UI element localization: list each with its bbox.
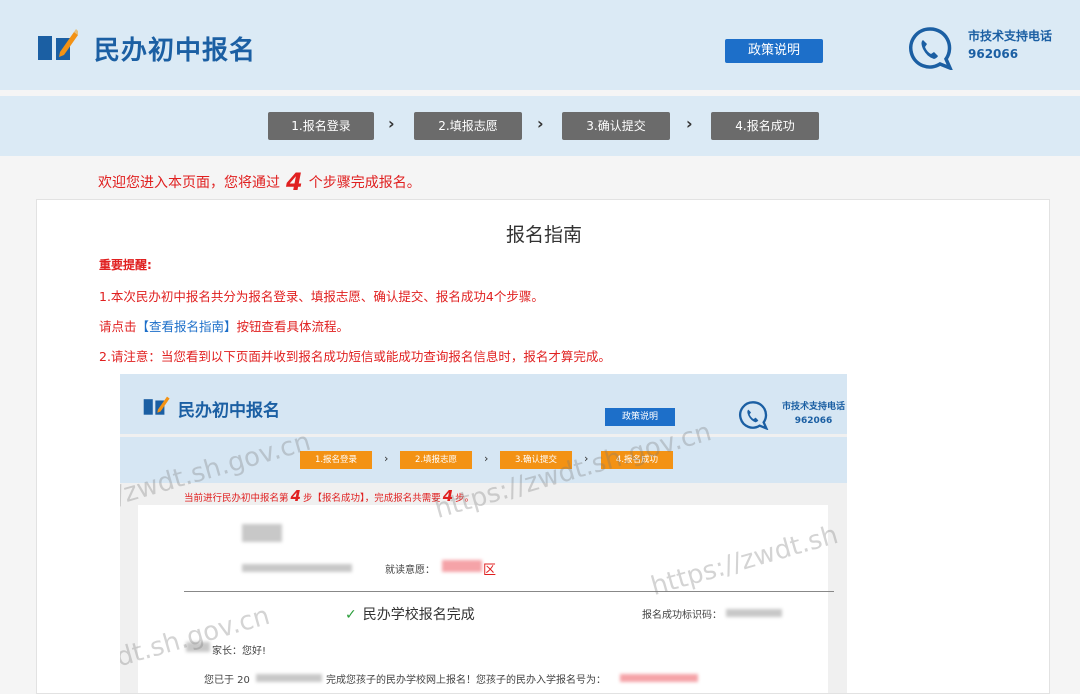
example-site-title: 民办初中报名: [178, 401, 280, 421]
example-current-total: 4: [442, 487, 454, 505]
step-4-success: 4.报名成功: [711, 112, 819, 140]
registration-guide-panel: 报名指南 重要提醒: 1.本次民办初中报名共分为报名登录、填报志愿、确认提交、报…: [36, 199, 1050, 694]
guide-title: 报名指南: [505, 224, 582, 246]
example-message-prefix: 您已于 20: [204, 675, 250, 686]
policy-button[interactable]: 政策说明: [725, 39, 823, 63]
example-choice-label: 就读意愿：: [385, 565, 435, 576]
example-current-suffix: 步。: [455, 493, 475, 504]
welcome-suffix: 个步骤完成报名。: [308, 175, 421, 191]
example-policy-button: 政策说明: [605, 408, 675, 426]
pencil-book-logo-icon: [143, 396, 170, 415]
welcome-prefix: 欢迎您进入本页面，您将通过: [98, 175, 280, 191]
chevron-right-icon: ›: [537, 114, 544, 133]
site-header: 民办初中报名 政策说明 市技术支持电话 962066: [0, 0, 1080, 90]
step-count: 4: [286, 168, 303, 196]
blurred-parent-name: [186, 642, 210, 652]
example-header: 民办初中报名 政策说明 市技术支持电话 962066: [120, 374, 847, 434]
step-progress-bar: 1.报名登录 › 2.填报志愿 › 3.确认提交 › 4.报名成功: [0, 96, 1080, 156]
pencil-book-logo-icon: [38, 29, 78, 60]
chevron-right-icon: ›: [484, 452, 489, 465]
chevron-right-icon: ›: [384, 452, 389, 465]
blurred-student-name: [242, 564, 352, 572]
guide-line-3: 2.请注意：当您看到以下页面并收到报名成功短信或能成功查询报名信息时，报名才算完…: [99, 349, 611, 364]
example-message-body: 完成您孩子的民办学校网上报名！您孩子的民办入学报名号为：: [326, 675, 606, 686]
support-phone-number: 962066: [968, 47, 1019, 61]
example-step-bar: 1.报名登录 › 2.填报志愿 › 3.确认提交 › 4.报名成功: [120, 437, 847, 483]
example-id-label: 报名成功标识码：: [642, 610, 722, 621]
example-step-1: 1.报名登录: [300, 451, 372, 469]
example-support-number: 962066: [794, 416, 833, 426]
example-divider: [184, 591, 834, 592]
example-choice-value: 区: [483, 563, 497, 578]
example-current-middle: 步【报名成功】，完成报名共需要: [302, 493, 441, 504]
chevron-right-icon: ›: [584, 452, 589, 465]
welcome-message: 欢迎您进入本页面，您将通过 4 个步骤完成报名。: [98, 168, 421, 196]
example-current-step: 4: [290, 487, 301, 505]
step-2-preferences: 2.填报志愿: [414, 112, 522, 140]
example-support-phone: 市技术支持电话 962066: [782, 400, 845, 428]
example-done-title: ✓ 民办学校报名完成: [345, 604, 475, 624]
guide-line-2: 请点击【查看报名指南】按钮查看具体流程。: [99, 316, 349, 335]
blurred-date: [256, 674, 322, 682]
example-done-text: 民办学校报名完成: [362, 607, 475, 623]
step-1-login: 1.报名登录: [268, 112, 374, 140]
chevron-right-icon: ›: [388, 114, 395, 133]
chevron-right-icon: ›: [686, 114, 693, 133]
guide-line-2-suffix: 按钮查看具体流程。: [236, 319, 350, 334]
example-current-step-text: 当前进行民办初中报名第 4 步【报名成功】，完成报名共需要 4 步。: [184, 487, 474, 505]
check-icon: ✓: [345, 607, 357, 623]
view-guide-link[interactable]: 【查看报名指南】: [137, 319, 237, 334]
phone-support-icon: [739, 401, 769, 430]
example-success-screenshot: 民办初中报名 政策说明 市技术支持电话 962066 1.报名登录 › 2.填报…: [120, 374, 847, 693]
example-step-3: 3.确认提交: [500, 451, 572, 469]
example-step-4: 4.报名成功: [601, 451, 673, 469]
example-step-2: 2.填报志愿: [400, 451, 472, 469]
guide-line-1: 1.本次民办初中报名共分为报名登录、填报志愿、确认提交、报名成功4个步骤。: [99, 289, 544, 304]
important-reminder-heading: 重要提醒:: [99, 258, 152, 272]
support-phone-label: 市技术支持电话: [968, 29, 1053, 43]
blurred-district: [442, 560, 482, 572]
example-current-prefix: 当前进行民办初中报名第: [184, 493, 289, 504]
guide-line-2-prefix: 请点击: [99, 319, 137, 334]
example-greeting: 家长：您好!: [212, 646, 267, 657]
blurred-id-code: [726, 609, 782, 617]
blurred-student-photo: [242, 524, 282, 542]
blurred-registration-number: [620, 674, 698, 682]
site-title[interactable]: 民办初中报名: [94, 30, 256, 67]
step-3-confirm: 3.确认提交: [562, 112, 670, 140]
example-support-label: 市技术支持电话: [782, 402, 846, 412]
phone-support-icon: [909, 27, 953, 70]
